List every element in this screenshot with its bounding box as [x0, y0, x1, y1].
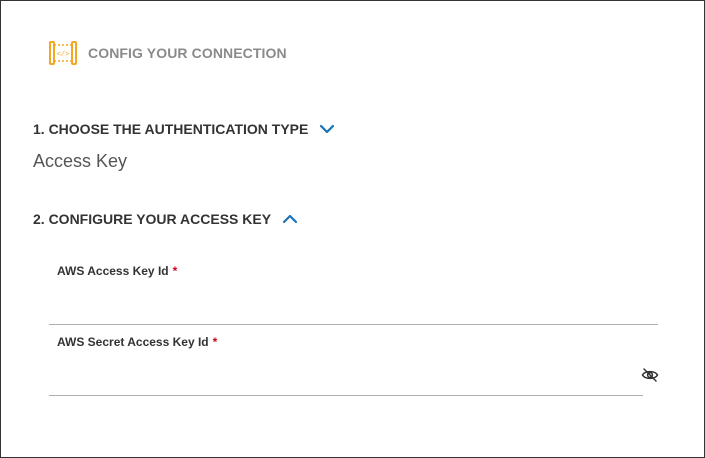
- step-choose-auth-type[interactable]: 1. CHOOSE THE AUTHENTICATION TYPE: [33, 120, 336, 138]
- required-marker: *: [172, 264, 178, 278]
- selected-auth-type: Access Key: [33, 151, 128, 171]
- field-label-text: AWS Access Key Id: [57, 264, 169, 278]
- access-key-id-input[interactable]: [49, 284, 658, 325]
- svg-text:</>: </>: [57, 51, 70, 59]
- step-label: 2. CONFIGURE YOUR ACCESS KEY: [33, 211, 272, 227]
- step-configure-access-key[interactable]: 2. CONFIGURE YOUR ACCESS KEY: [33, 210, 299, 228]
- required-marker: *: [212, 335, 218, 349]
- chevron-up-icon[interactable]: [281, 210, 299, 228]
- eye-slash-icon[interactable]: [641, 367, 659, 383]
- secret-access-key-label: AWS Secret Access Key Id *: [57, 335, 217, 349]
- connection-config-panel: </> CONFIG YOUR CONNECTION 1. CHOOSE THE…: [0, 0, 705, 458]
- step-label: 1. CHOOSE THE AUTHENTICATION TYPE: [33, 121, 309, 137]
- access-key-id-label: AWS Access Key Id *: [57, 264, 177, 278]
- panel-header: </> CONFIG YOUR CONNECTION: [47, 37, 287, 69]
- panel-title: CONFIG YOUR CONNECTION: [88, 45, 287, 61]
- api-bracket-icon: </>: [49, 41, 77, 65]
- secret-access-key-input[interactable]: [49, 355, 643, 396]
- chevron-down-icon[interactable]: [318, 120, 336, 138]
- field-label-text: AWS Secret Access Key Id: [57, 335, 209, 349]
